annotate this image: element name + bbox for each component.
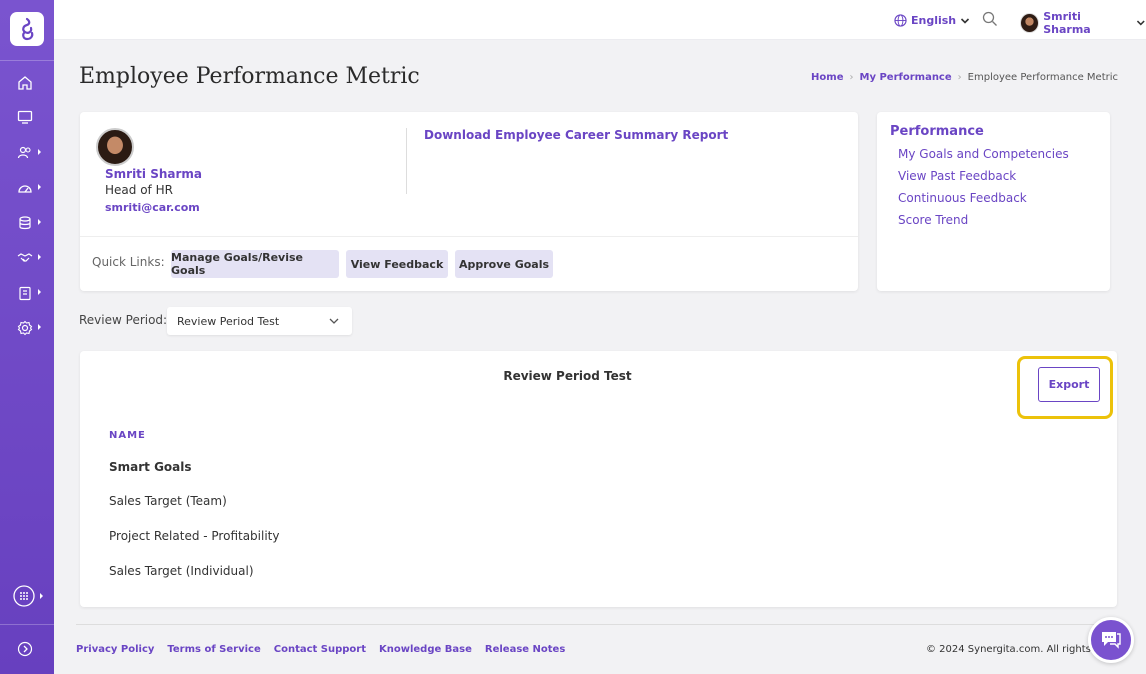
language-label: English bbox=[911, 14, 957, 27]
profile-card: Smriti Sharma Head of HR smriti@car.com … bbox=[80, 112, 858, 291]
language-selector[interactable]: English bbox=[894, 14, 970, 27]
database-icon[interactable] bbox=[17, 214, 41, 232]
manage-goals-button[interactable]: Manage Goals/Revise Goals bbox=[171, 250, 339, 278]
home-icon[interactable] bbox=[17, 74, 41, 92]
table-row: Sales Target (Individual) bbox=[109, 564, 254, 578]
sidebar-divider bbox=[0, 624, 54, 625]
chevron-down-icon bbox=[961, 17, 970, 24]
breadcrumb-my-performance[interactable]: My Performance bbox=[860, 72, 952, 83]
footer-divider bbox=[76, 624, 1116, 625]
chevron-down-icon bbox=[329, 318, 339, 324]
apps-icon[interactable] bbox=[13, 585, 43, 607]
expand-icon[interactable] bbox=[17, 640, 41, 658]
divider bbox=[406, 128, 407, 194]
breadcrumb-current: Employee Performance Metric bbox=[967, 72, 1118, 83]
profile-name[interactable]: Smriti Sharma bbox=[105, 167, 202, 181]
handshake-icon[interactable] bbox=[17, 249, 41, 267]
metrics-table-card: Review Period Test Export NAME Smart Goa… bbox=[80, 351, 1117, 607]
table-title: Review Period Test bbox=[503, 369, 632, 383]
review-period-value: Review Period Test bbox=[177, 315, 280, 328]
export-button[interactable]: Export bbox=[1038, 367, 1100, 402]
view-past-feedback-link[interactable]: View Past Feedback bbox=[898, 169, 1016, 183]
score-trend-link[interactable]: Score Trend bbox=[898, 213, 968, 227]
table-row: Project Related - Profitability bbox=[109, 529, 280, 543]
terms-of-service-link[interactable]: Terms of Service bbox=[167, 644, 260, 655]
quick-links-label: Quick Links: bbox=[92, 255, 165, 269]
clipboard-icon[interactable] bbox=[17, 284, 41, 302]
contact-support-link[interactable]: Contact Support bbox=[274, 644, 366, 655]
users-icon[interactable] bbox=[17, 144, 41, 162]
profile-email[interactable]: smriti@car.com bbox=[105, 201, 200, 214]
profile-role: Head of HR bbox=[105, 183, 173, 197]
chevron-down-icon bbox=[1137, 20, 1146, 26]
user-menu[interactable]: Smriti Sharma bbox=[1020, 10, 1146, 36]
performance-card: Performance My Goals and Competencies Vi… bbox=[877, 112, 1110, 291]
review-period-label: Review Period: bbox=[79, 313, 168, 327]
footer-links: Privacy Policy Terms of Service Contact … bbox=[76, 644, 565, 655]
search-icon[interactable] bbox=[982, 11, 998, 31]
continuous-feedback-link[interactable]: Continuous Feedback bbox=[898, 191, 1027, 205]
page-title: Employee Performance Metric bbox=[79, 64, 420, 89]
copyright-text: © 2024 Synergita.com. All rights res bbox=[926, 644, 1110, 655]
avatar bbox=[96, 128, 134, 166]
breadcrumb-separator-icon: › bbox=[957, 72, 962, 83]
sidebar-divider bbox=[0, 60, 54, 61]
globe-icon bbox=[894, 14, 907, 27]
monitor-icon[interactable] bbox=[17, 108, 41, 126]
my-goals-link[interactable]: My Goals and Competencies bbox=[898, 147, 1069, 161]
performance-title: Performance bbox=[890, 124, 984, 139]
column-header-name: NAME bbox=[109, 430, 146, 441]
breadcrumb: Home › My Performance › Employee Perform… bbox=[811, 72, 1118, 83]
privacy-policy-link[interactable]: Privacy Policy bbox=[76, 644, 154, 655]
approve-goals-button[interactable]: Approve Goals bbox=[455, 250, 553, 278]
top-bar: English Smriti Sharma bbox=[54, 0, 1146, 40]
view-feedback-button[interactable]: View Feedback bbox=[346, 250, 448, 278]
divider bbox=[80, 236, 858, 237]
chat-icon bbox=[1102, 632, 1121, 649]
avatar bbox=[1020, 13, 1040, 33]
sidebar bbox=[0, 0, 54, 674]
logo-icon[interactable] bbox=[10, 12, 44, 46]
breadcrumb-home[interactable]: Home bbox=[811, 72, 843, 83]
user-name: Smriti Sharma bbox=[1043, 10, 1091, 36]
review-period-select[interactable]: Review Period Test bbox=[167, 307, 352, 335]
download-report-link[interactable]: Download Employee Career Summary Report bbox=[424, 128, 728, 142]
chat-button[interactable] bbox=[1088, 617, 1134, 663]
knowledge-base-link[interactable]: Knowledge Base bbox=[379, 644, 472, 655]
settings-icon[interactable] bbox=[17, 319, 41, 337]
breadcrumb-separator-icon: › bbox=[849, 72, 854, 83]
table-row: Sales Target (Team) bbox=[109, 494, 227, 508]
release-notes-link[interactable]: Release Notes bbox=[485, 644, 565, 655]
dashboard-icon[interactable] bbox=[17, 179, 41, 197]
table-row: Smart Goals bbox=[109, 460, 192, 474]
